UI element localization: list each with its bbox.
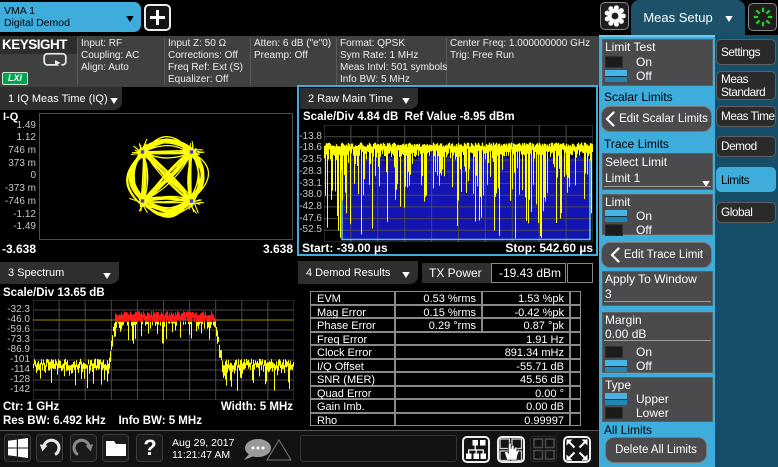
- svg-text:?: ?: [143, 436, 156, 460]
